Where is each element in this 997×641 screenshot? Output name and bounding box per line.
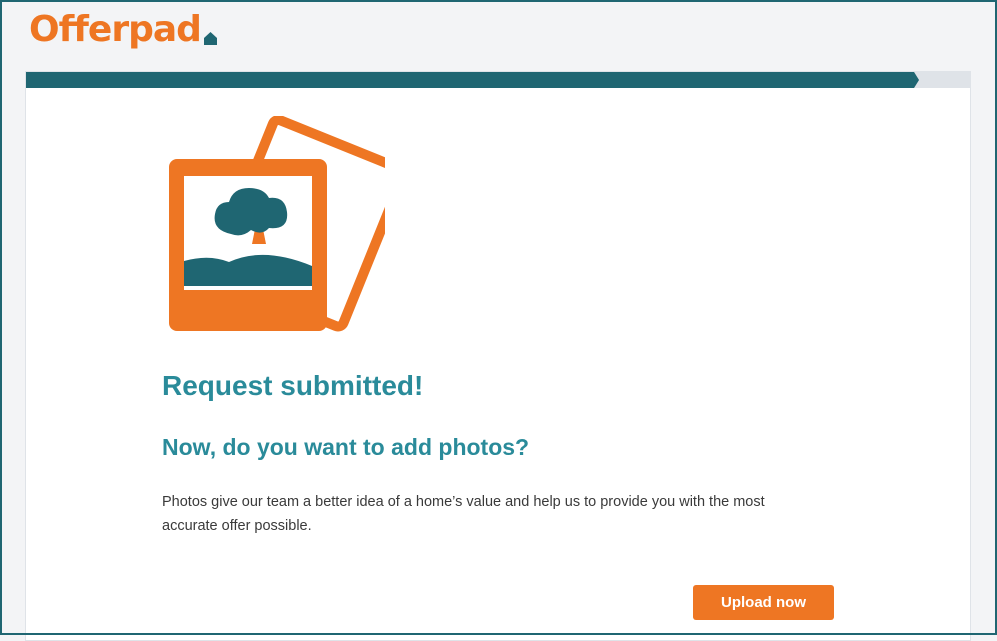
description-text: Photos give our team a better idea of a … [162, 494, 765, 534]
progress-bar [26, 72, 970, 88]
progress-fill [26, 72, 919, 88]
upload-now-button[interactable]: Upload now [693, 585, 834, 620]
offerpad-logo[interactable]: Offerpad [29, 8, 217, 52]
logo-wordmark: Offerpad [29, 9, 202, 50]
house-icon [203, 32, 217, 45]
page-subtitle: Now, do you want to add photos? [162, 434, 530, 460]
content-card: Request submitted! Now, do you want to a… [25, 71, 971, 641]
page-title: Request submitted! [162, 370, 424, 401]
photos-icon [169, 116, 385, 332]
